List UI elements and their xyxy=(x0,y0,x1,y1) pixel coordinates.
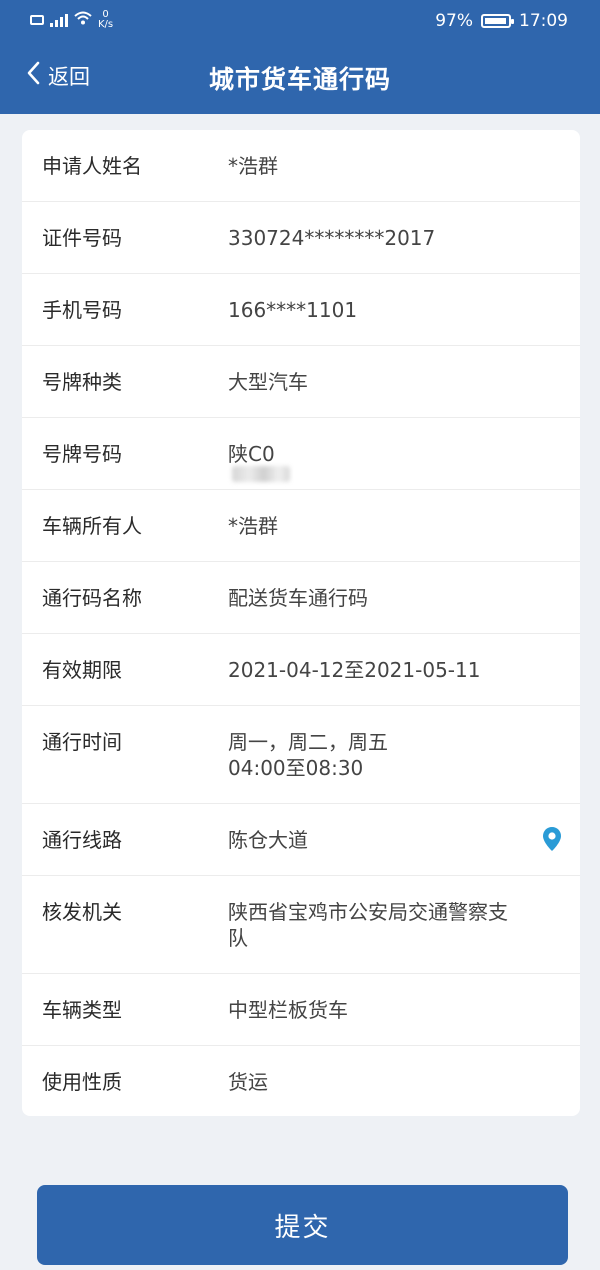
nav-bar: 返回 城市货车通行码 xyxy=(0,44,600,114)
detail-value: 166****1101 xyxy=(228,298,560,345)
detail-row: 号牌种类 大型汽车 xyxy=(22,346,580,418)
detail-row: 使用性质 货运 xyxy=(22,1046,580,1116)
detail-value-line: 大型汽车 xyxy=(228,370,308,394)
detail-label: 通行码名称 xyxy=(42,586,142,610)
location-pin-icon[interactable] xyxy=(542,826,562,857)
detail-row: 车辆所有人 *浩群 xyxy=(22,490,580,562)
detail-label: 核发机关 xyxy=(42,900,122,924)
status-bar: 0 K/s 97% 17:09 xyxy=(0,0,600,44)
detail-value-line: *浩群 xyxy=(228,514,278,538)
detail-label: 手机号码 xyxy=(42,298,122,322)
status-right: 97% 17:09 xyxy=(435,11,568,31)
detail-row: 有效期限 2021-04-12至2021-05-11 xyxy=(22,634,580,706)
detail-value-line: 166****1101 xyxy=(228,298,358,322)
detail-row: 手机号码 166****1101 xyxy=(22,274,580,346)
detail-value: 330724********2017 xyxy=(228,226,560,273)
detail-row: 核发机关 陕西省宝鸡市公安局交通警察支队 xyxy=(22,876,580,974)
app-header: 0 K/s 97% 17:09 返回 城市货车通行码 xyxy=(0,0,600,114)
network-speed-unit: K/s xyxy=(98,19,114,30)
detail-value-line: 中型栏板货车 xyxy=(228,998,348,1022)
detail-value-line: 2021-04-12至2021-05-11 xyxy=(228,658,481,682)
page-title: 城市货车通行码 xyxy=(208,65,391,94)
detail-value: 周一，周二，周五 04:00至08:30 xyxy=(228,730,560,803)
detail-value: *浩群 xyxy=(228,154,560,201)
signal-strength-icon xyxy=(50,13,68,27)
detail-value: 2021-04-12至2021-05-11 xyxy=(228,658,560,705)
submit-button[interactable]: 提交 xyxy=(37,1185,568,1265)
detail-label: 通行线路 xyxy=(42,828,122,852)
detail-row: 通行时间 周一，周二，周五 04:00至08:30 xyxy=(22,706,580,804)
sim-card-icon xyxy=(30,15,44,25)
detail-value-line: 周一，周二，周五 xyxy=(228,730,388,754)
detail-row: 申请人姓名 *浩群 xyxy=(22,130,580,202)
detail-value-line-2: 04:00至08:30 xyxy=(228,756,364,780)
detail-label: 号牌号码 xyxy=(42,442,122,466)
detail-label: 号牌种类 xyxy=(42,370,122,394)
detail-value: 货运 xyxy=(228,1070,560,1116)
detail-value: 中型栏板货车 xyxy=(228,998,560,1045)
network-speed: 0 K/s xyxy=(98,10,113,30)
detail-value-line: 货运 xyxy=(228,1070,268,1094)
battery-icon xyxy=(481,14,514,28)
detail-row: 通行线路 陈仓大道 xyxy=(22,804,580,876)
detail-row: 证件号码 330724********2017 xyxy=(22,202,580,274)
detail-value: 陕西省宝鸡市公安局交通警察支队 xyxy=(228,900,560,973)
detail-value-line: 配送货车通行码 xyxy=(228,586,368,610)
detail-label: 申请人姓名 xyxy=(42,154,142,178)
detail-label: 通行时间 xyxy=(42,730,122,754)
detail-value-line-2: 队 xyxy=(228,926,248,950)
clock: 17:09 xyxy=(519,11,568,31)
pass-details-card: 申请人姓名 *浩群 证件号码 330724********2017 手机号码 166***… xyxy=(22,130,580,1116)
detail-value: 大型汽车 xyxy=(228,370,560,417)
detail-value: *浩群 xyxy=(228,514,560,561)
detail-value-line: 陕西省宝鸡市公安局交通警察支 xyxy=(228,900,508,924)
detail-row: 通行码名称 配送货车通行码 xyxy=(22,562,580,634)
detail-value: 陕C0 xyxy=(228,442,560,489)
redacted-plate-suffix xyxy=(232,466,290,482)
battery-fill xyxy=(485,18,506,24)
detail-value: 配送货车通行码 xyxy=(228,586,560,633)
detail-label: 有效期限 xyxy=(42,658,122,682)
status-left: 0 K/s xyxy=(30,10,113,30)
detail-value-line: 陕C0 xyxy=(228,442,275,466)
detail-label: 证件号码 xyxy=(42,226,122,250)
wifi-icon xyxy=(74,11,92,29)
detail-row: 号牌号码 陕C0 xyxy=(22,418,580,490)
detail-label: 车辆类型 xyxy=(42,998,122,1022)
detail-value: 陈仓大道 xyxy=(228,828,560,875)
detail-label: 车辆所有人 xyxy=(42,514,142,538)
battery-percent: 97% xyxy=(435,11,473,31)
detail-value-line: 陈仓大道 xyxy=(228,828,308,852)
detail-value-line: 330724********2017 xyxy=(228,226,436,250)
detail-row: 车辆类型 中型栏板货车 xyxy=(22,974,580,1046)
detail-value-line: *浩群 xyxy=(228,154,278,178)
detail-label: 使用性质 xyxy=(42,1070,122,1094)
